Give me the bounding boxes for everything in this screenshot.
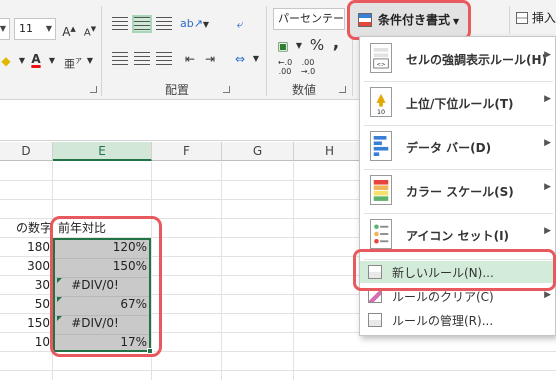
submenu-arrow-icon: ▶ [544, 182, 551, 192]
column-header-e[interactable]: E [53, 142, 152, 161]
font-launcher-icon[interactable] [90, 86, 97, 93]
align-left-icon[interactable] [112, 52, 128, 66]
align-top-icon[interactable] [112, 17, 128, 31]
menu-item-label: セルの強調表示ルール(H) [406, 53, 548, 67]
number-launcher-icon[interactable] [339, 86, 346, 93]
menu-separator [364, 81, 553, 82]
conditional-formatting-label: 条件付き書式 [378, 13, 451, 27]
menu-separator [364, 169, 553, 170]
conditional-formatting-button[interactable]: 条件付き書式 ▼ [347, 0, 471, 40]
submenu-arrow-icon: ▶ [544, 138, 551, 148]
submenu-arrow-icon: ▶ [544, 94, 551, 104]
color-scale-icon [370, 175, 392, 205]
ribbon-separator [509, 6, 510, 34]
menu-item-manage-rules[interactable]: ルールの管理(R)... [360, 309, 556, 331]
column-header-d[interactable]: D [0, 142, 53, 161]
menu-item-top-bottom-rules[interactable]: 10 上位/下位ルール(T) ▶ [360, 83, 556, 123]
font-size-combo[interactable]: 11 ▼ [14, 18, 56, 40]
menu-item-label: ルールの管理(R)... [392, 314, 494, 328]
cell-d-value[interactable]: 150 [0, 314, 52, 333]
merge-dropdown-icon[interactable]: ▼ [246, 49, 266, 69]
highlight-cells-icon: <> [370, 43, 392, 73]
number-group-label: 数値 [292, 83, 317, 97]
column-header-h[interactable]: H [294, 142, 366, 161]
submenu-arrow-icon: ▶ [544, 290, 551, 300]
cell-d-value[interactable]: 10 [0, 333, 52, 352]
chevron-down-icon: ▼ [453, 17, 460, 26]
cell-d-header[interactable]: の数字 [0, 219, 52, 238]
alignment-group-label: 配置 [165, 83, 190, 97]
decrease-indent-icon[interactable]: ⇤ [180, 49, 200, 69]
phonetic-dropdown-icon[interactable]: ▼ [80, 51, 100, 71]
font-size-value: 11 [19, 22, 33, 35]
increase-decimal-icon[interactable]: ←.0.00 [275, 58, 295, 78]
top-bottom-icon: 10 [370, 87, 392, 117]
insert-button[interactable]: 挿入 [516, 9, 556, 26]
icon-sets-icon [370, 219, 392, 249]
cell-d-value[interactable]: 50 [0, 295, 52, 314]
menu-item-label: 上位/下位ルール(T) [406, 97, 514, 111]
grow-font-icon[interactable]: A▲ [59, 19, 79, 39]
number-format-combo[interactable]: パーセンテー [273, 8, 345, 30]
ribbon-separator [101, 6, 102, 96]
menu-item-color-scales[interactable]: カラー スケール(S) ▶ [360, 171, 556, 211]
column-header-g[interactable]: G [222, 142, 294, 161]
align-middle-icon[interactable] [132, 15, 152, 33]
menu-item-label: データ バー(D) [406, 141, 492, 155]
manage-rules-icon [368, 313, 382, 327]
accounting-dropdown-icon[interactable]: ▼ [289, 36, 309, 56]
increase-indent-icon[interactable]: ⇥ [200, 49, 220, 69]
align-center-icon[interactable] [134, 52, 150, 66]
align-right-icon[interactable] [156, 52, 172, 66]
align-bottom-icon[interactable] [156, 17, 172, 31]
data-bar-icon [370, 131, 392, 161]
percent-style-button[interactable]: % [307, 35, 327, 55]
wrap-text-icon[interactable]: ⤶ [230, 14, 250, 34]
submenu-arrow-icon: ▶ [544, 50, 551, 60]
ribbon-separator [266, 6, 267, 96]
conditional-formatting-menu: <> セルの強調表示ルール(H) ▶ 10 上位/下位ルール(T) ▶ データ … [359, 36, 556, 336]
cell-d-value[interactable]: 300 [0, 257, 52, 276]
column-header-f[interactable]: F [152, 142, 222, 161]
number-format-value: パーセンテー [278, 12, 344, 25]
menu-item-label: アイコン セット(I) [406, 229, 510, 243]
insert-label: 挿入 [531, 11, 556, 25]
new-rule-callout-highlight [353, 249, 556, 291]
range-callout-highlight [50, 216, 162, 357]
insert-icon [516, 12, 528, 24]
menu-item-label: カラー スケール(S) [406, 185, 514, 199]
menu-separator [364, 213, 553, 214]
clear-rules-icon [368, 289, 382, 303]
cell-d-value[interactable]: 30 [0, 276, 52, 295]
font-name-combo[interactable]: ▼ [0, 18, 10, 40]
menu-item-highlight-cells-rules[interactable]: <> セルの強調表示ルール(H) ▶ [360, 39, 556, 79]
menu-item-data-bars[interactable]: データ バー(D) ▶ [360, 127, 556, 167]
shrink-font-icon[interactable]: A▼ [80, 19, 100, 39]
svg-text:10: 10 [377, 109, 385, 116]
conditional-formatting-icon [358, 13, 372, 27]
svg-text:<>: <> [376, 62, 385, 68]
cell-d-value[interactable]: 180 [0, 238, 52, 257]
menu-separator [364, 125, 553, 126]
orientation-dropdown-icon[interactable]: ▼ [196, 15, 216, 35]
alignment-launcher-icon[interactable] [223, 86, 230, 93]
font-color-dropdown-icon[interactable]: ▼ [42, 51, 62, 71]
decrease-decimal-icon[interactable]: .00 →.0 [298, 58, 318, 78]
submenu-arrow-icon: ▶ [544, 226, 551, 236]
comma-style-button[interactable]: , [326, 33, 346, 53]
